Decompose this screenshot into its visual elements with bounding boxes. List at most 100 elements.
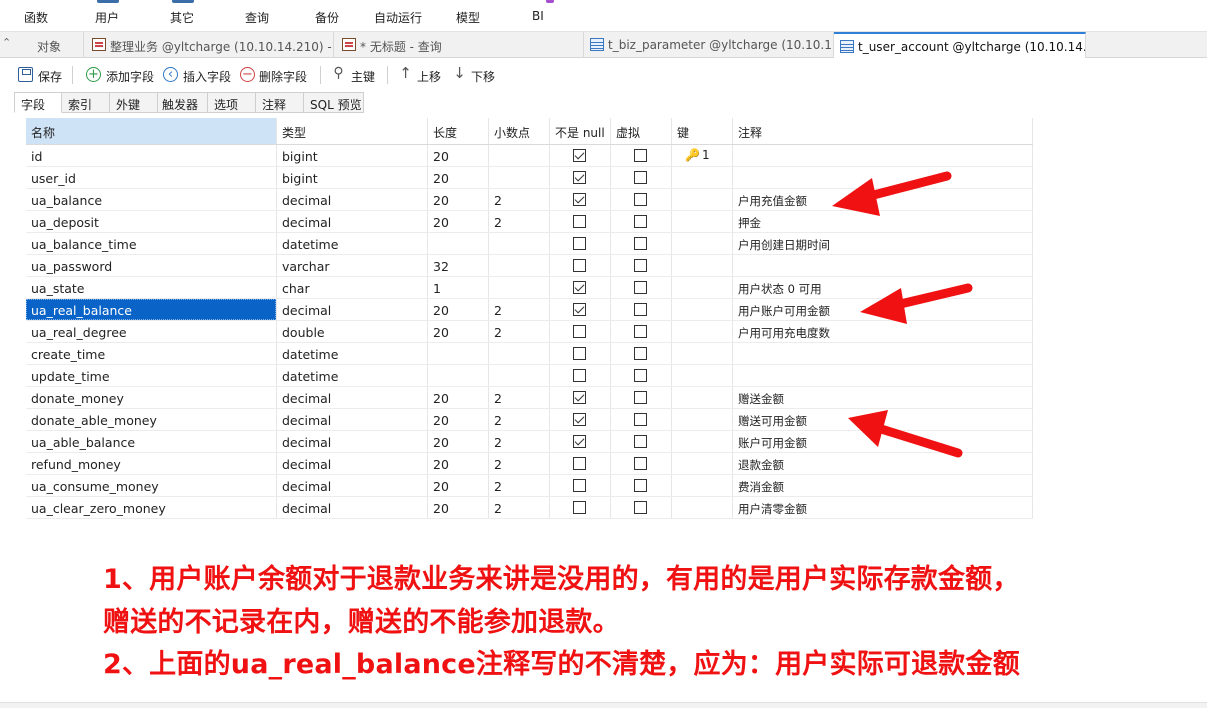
cell-name[interactable]: donate_money — [26, 387, 277, 408]
not-null-checkbox[interactable] — [573, 215, 586, 228]
cell-length[interactable]: 20 — [428, 475, 489, 496]
primary-key-button[interactable]: ⚲ 主键 — [331, 64, 381, 86]
table-row[interactable]: update_time datetime — [26, 365, 1033, 387]
cell-not-null[interactable] — [550, 409, 611, 430]
cell-length[interactable]: 20 — [428, 321, 489, 342]
cell-type[interactable]: decimal — [277, 431, 428, 452]
cell-type[interactable]: decimal — [277, 453, 428, 474]
column-header-length[interactable]: 长度 — [428, 118, 489, 144]
menu-functions[interactable]: 函数 — [24, 0, 64, 32]
cell-virtual[interactable] — [611, 475, 672, 496]
cell-not-null[interactable] — [550, 255, 611, 276]
cell-comment[interactable]: 押金 — [733, 211, 1033, 232]
table-row[interactable]: ua_consume_money decimal 20 2 费消金额 — [26, 475, 1033, 497]
table-row[interactable]: ua_password varchar 32 — [26, 255, 1033, 277]
cell-decimals[interactable]: 2 — [489, 321, 550, 342]
cell-key[interactable] — [672, 255, 733, 276]
cell-comment[interactable] — [733, 255, 1033, 276]
cell-comment[interactable]: 用户清零金额 — [733, 497, 1033, 518]
cell-key[interactable]: 🔑 1 — [672, 145, 733, 166]
cell-not-null[interactable] — [550, 299, 611, 320]
delete-field-button[interactable]: − 删除字段 — [240, 64, 312, 86]
cell-type[interactable]: decimal — [277, 409, 428, 430]
virtual-checkbox[interactable] — [634, 347, 647, 360]
cell-comment[interactable]: 户用充值金额 — [733, 189, 1033, 210]
table-row[interactable]: ua_real_balance decimal 20 2 用户账户可用金额 — [26, 299, 1033, 321]
virtual-checkbox[interactable] — [634, 479, 647, 492]
insert-field-button[interactable]: ‹ 插入字段 — [163, 64, 235, 86]
cell-comment[interactable] — [733, 365, 1033, 386]
cell-virtual[interactable] — [611, 431, 672, 452]
cell-decimals[interactable]: 2 — [489, 453, 550, 474]
table-row[interactable]: ua_real_degree double 20 2 户用可用充电度数 — [26, 321, 1033, 343]
menu-others[interactable]: 其它 — [170, 0, 210, 32]
cell-comment[interactable]: 户用创建日期时间 — [733, 233, 1033, 254]
not-null-checkbox[interactable] — [573, 369, 586, 382]
tab-foreign-keys[interactable]: 外键 — [110, 92, 158, 113]
not-null-checkbox[interactable] — [573, 391, 586, 404]
menu-users[interactable]: 用户 — [95, 0, 135, 32]
virtual-checkbox[interactable] — [634, 259, 647, 272]
cell-not-null[interactable] — [550, 431, 611, 452]
cell-type[interactable]: datetime — [277, 233, 428, 254]
tab-user-account[interactable]: t_user_account @yltcharge (10.10.14.... — [834, 32, 1086, 58]
not-null-checkbox[interactable] — [573, 259, 586, 272]
move-up-button[interactable]: ↑ 上移 — [398, 64, 446, 86]
column-header-key[interactable]: 键 — [672, 118, 733, 144]
cell-key[interactable] — [672, 343, 733, 364]
virtual-checkbox[interactable] — [634, 215, 647, 228]
cell-not-null[interactable] — [550, 343, 611, 364]
cell-length[interactable]: 20 — [428, 167, 489, 188]
cell-decimals[interactable]: 2 — [489, 409, 550, 430]
cell-key[interactable] — [672, 497, 733, 518]
cell-name[interactable]: ua_real_balance — [26, 299, 277, 320]
cell-name[interactable]: refund_money — [26, 453, 277, 474]
cell-virtual[interactable] — [611, 167, 672, 188]
cell-virtual[interactable] — [611, 409, 672, 430]
virtual-checkbox[interactable] — [634, 413, 647, 426]
cell-virtual[interactable] — [611, 233, 672, 254]
cell-virtual[interactable] — [611, 321, 672, 342]
cell-virtual[interactable] — [611, 277, 672, 298]
cell-virtual[interactable] — [611, 387, 672, 408]
virtual-checkbox[interactable] — [634, 369, 647, 382]
cell-name[interactable]: ua_able_balance — [26, 431, 277, 452]
virtual-checkbox[interactable] — [634, 457, 647, 470]
cell-name[interactable]: ua_clear_zero_money — [26, 497, 277, 518]
virtual-checkbox[interactable] — [634, 193, 647, 206]
not-null-checkbox[interactable] — [573, 237, 586, 250]
cell-key[interactable] — [672, 409, 733, 430]
table-row[interactable]: id bigint 20 🔑 1 — [26, 145, 1033, 167]
cell-length[interactable]: 20 — [428, 387, 489, 408]
cell-name[interactable]: ua_balance — [26, 189, 277, 210]
column-header-virtual[interactable]: 虚拟 — [611, 118, 672, 144]
cell-not-null[interactable] — [550, 277, 611, 298]
cell-key[interactable] — [672, 277, 733, 298]
cell-virtual[interactable] — [611, 365, 672, 386]
virtual-checkbox[interactable] — [634, 325, 647, 338]
table-row[interactable]: ua_able_balance decimal 20 2 账户可用金额 — [26, 431, 1033, 453]
virtual-checkbox[interactable] — [634, 435, 647, 448]
column-header-type[interactable]: 类型 — [277, 118, 428, 144]
table-row[interactable]: user_id bigint 20 — [26, 167, 1033, 189]
cell-name[interactable]: ua_password — [26, 255, 277, 276]
tab-triggers[interactable]: 触发器 — [158, 92, 208, 113]
tab-sql-preview[interactable]: SQL 预览 — [304, 92, 364, 113]
cell-not-null[interactable] — [550, 189, 611, 210]
table-row[interactable]: refund_money decimal 20 2 退款金额 — [26, 453, 1033, 475]
cell-type[interactable]: datetime — [277, 343, 428, 364]
not-null-checkbox[interactable] — [573, 435, 586, 448]
cell-length[interactable]: 20 — [428, 453, 489, 474]
cell-type[interactable]: bigint — [277, 145, 428, 166]
tab-query-untitled[interactable]: * 无标题 - 查询 — [334, 32, 584, 58]
cell-type[interactable]: double — [277, 321, 428, 342]
cell-length[interactable]: 32 — [428, 255, 489, 276]
cell-key[interactable] — [672, 475, 733, 496]
cell-decimals[interactable]: 2 — [489, 211, 550, 232]
cell-decimals[interactable]: 2 — [489, 387, 550, 408]
virtual-checkbox[interactable] — [634, 171, 647, 184]
column-header-not-null[interactable]: 不是 null — [550, 118, 611, 144]
cell-comment[interactable]: 账户可用金额 — [733, 431, 1033, 452]
not-null-checkbox[interactable] — [573, 501, 586, 514]
menu-backup[interactable]: 备份 — [315, 0, 355, 32]
